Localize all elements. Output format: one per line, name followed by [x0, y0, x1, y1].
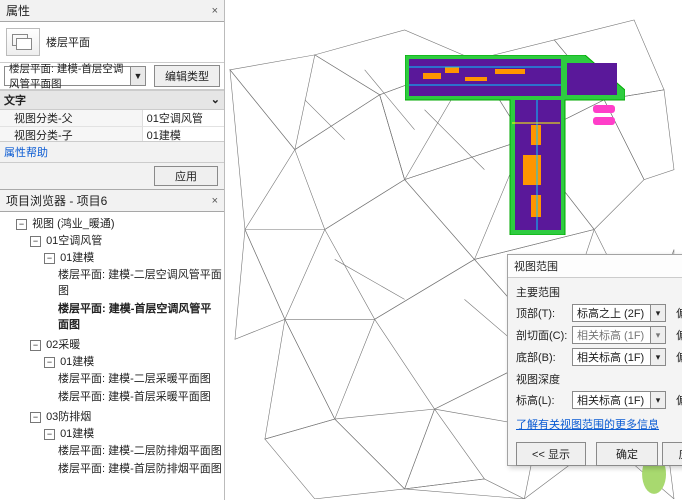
level-combo[interactable]: 相关标高 (1F)▾	[572, 391, 666, 409]
building-footprint	[405, 55, 625, 235]
tree-view-item[interactable]: 楼层平面: 建模-二层防排烟平面图	[58, 441, 222, 459]
chevron-down-icon: ▾	[650, 327, 665, 343]
tree-view-item[interactable]: 楼层平面: 建模-首层采暖平面图	[58, 387, 222, 405]
tree-view-item[interactable]: 楼层平面: 建模-首层防排烟平面图	[58, 459, 222, 477]
tree-subcategory[interactable]: − 01建模 楼层平面: 建模-二层采暖平面图 楼层平面: 建模-首层采暖平面图	[44, 352, 222, 406]
tree-subcategory[interactable]: − 01建模 楼层平面: 建模-二层防排烟平面图 楼层平面: 建模-首层防排烟平…	[44, 424, 222, 478]
tree-category-heating[interactable]: − 02采暖 − 01建模 楼层平面: 建模-二层采暖平面图 楼层平面: 建模-…	[30, 335, 222, 407]
bottom-combo[interactable]: 相关标高 (1F)▾	[572, 348, 666, 366]
property-grid: 文字⌄ 视图分类-父 01空调风管 视图分类-子 01建模 范围⌄ 裁剪视图 裁…	[0, 90, 224, 142]
tree-root[interactable]: − 视图 (鸿业_暖通) − 01空调风管 − 01建模 楼层平面: 建模-二层…	[16, 214, 222, 480]
instance-selector[interactable]: 楼层平面: 建模-首层空调风管平面图	[4, 66, 131, 86]
ok-button[interactable]: 确定	[596, 442, 658, 466]
floor-plan-icon	[6, 28, 40, 56]
top-combo[interactable]: 标高之上 (2F)▾	[572, 304, 666, 322]
instance-selector-row: 楼层平面: 建模-首层空调风管平面图 ▼ 编辑类型	[0, 63, 224, 90]
category-text[interactable]: 文字⌄	[0, 90, 224, 110]
row-top: 顶部(T): 标高之上 (2F)▾ 偏移(O): 100.0	[516, 303, 682, 323]
properties-apply-button[interactable]: 应用	[154, 166, 218, 186]
dialog-title: 视图范围	[514, 258, 558, 274]
project-browser-tree[interactable]: − 视图 (鸿业_暖通) − 01空调风管 − 01建模 楼层平面: 建模-二层…	[0, 212, 224, 500]
apply-button[interactable]: 应用(A)	[662, 442, 682, 466]
type-name: 楼层平面	[46, 34, 90, 50]
project-browser: 项目浏览器 - 项目6 × − 视图 (鸿业_暖通) − 01空调风管 − 01…	[0, 189, 224, 500]
tree-category-smoke[interactable]: − 03防排烟 − 01建模 楼层平面: 建模-二层防排烟平面图 楼层平面: 建…	[30, 407, 222, 479]
row-bottom: 底部(B): 相关标高 (1F)▾ 偏移(F): 0.0	[516, 347, 682, 367]
properties-help-link[interactable]: 属性帮助	[0, 142, 224, 162]
dialog-title-bar[interactable]: 视图范围 ×	[508, 255, 682, 278]
chevron-down-icon[interactable]: ▼	[131, 66, 146, 86]
instance-selector-text: 楼层平面: 建模-首层空调风管平面图	[9, 61, 126, 91]
view-range-dialog: 视图范围 × 主要范围 顶部(T): 标高之上 (2F)▾ 偏移(O): 100…	[507, 254, 682, 466]
view-range-help-link[interactable]: 了解有关视图范围的更多信息	[516, 416, 659, 432]
prop-view-category-child[interactable]: 视图分类-子 01建模	[0, 127, 224, 142]
chevron-down-icon: ▾	[650, 305, 665, 321]
tree-view-item-active[interactable]: 楼层平面: 建模-首层空调风管平面图	[58, 299, 222, 333]
row-cut-plane: 剖切面(C): 相关标高 (1F)▾ 偏移(E): 300.0	[516, 325, 682, 345]
group-primary-range: 主要范围 顶部(T): 标高之上 (2F)▾ 偏移(O): 100.0 剖切面(…	[516, 284, 682, 367]
type-selector[interactable]: 楼层平面	[0, 22, 224, 63]
chevron-down-icon: ▾	[650, 392, 665, 408]
properties-title-text: 属性	[6, 2, 30, 19]
tree-subcategory[interactable]: − 01建模 楼层平面: 建模-二层空调风管平面图 楼层平面: 建模-首层空调风…	[44, 248, 222, 334]
project-browser-title: 项目浏览器 - 项目6 ×	[0, 190, 224, 212]
properties-panel-title: 属性 ×	[0, 0, 224, 22]
show-button[interactable]: << 显示	[516, 442, 586, 466]
tree-category-hvac-duct[interactable]: − 01空调风管 − 01建模 楼层平面: 建模-二层空调风管平面图 楼层平面:…	[30, 231, 222, 335]
cut-combo[interactable]: 相关标高 (1F)▾	[572, 326, 666, 344]
group-view-depth: 视图深度 标高(L): 相关标高 (1F)▾ 偏移(S): 0.0	[516, 371, 682, 410]
row-level: 标高(L): 相关标高 (1F)▾ 偏移(S): 0.0	[516, 390, 682, 410]
prop-view-category-parent[interactable]: 视图分类-父 01空调风管	[0, 110, 224, 127]
properties-close-icon[interactable]: ×	[212, 5, 218, 17]
edit-type-button[interactable]: 编辑类型	[154, 65, 220, 87]
tree-view-item[interactable]: 楼层平面: 建模-二层空调风管平面图	[58, 265, 222, 299]
tree-view-item[interactable]: 楼层平面: 建模-二层采暖平面图	[58, 369, 222, 387]
chevron-down-icon: ▾	[650, 349, 665, 365]
browser-close-icon[interactable]: ×	[212, 195, 218, 207]
